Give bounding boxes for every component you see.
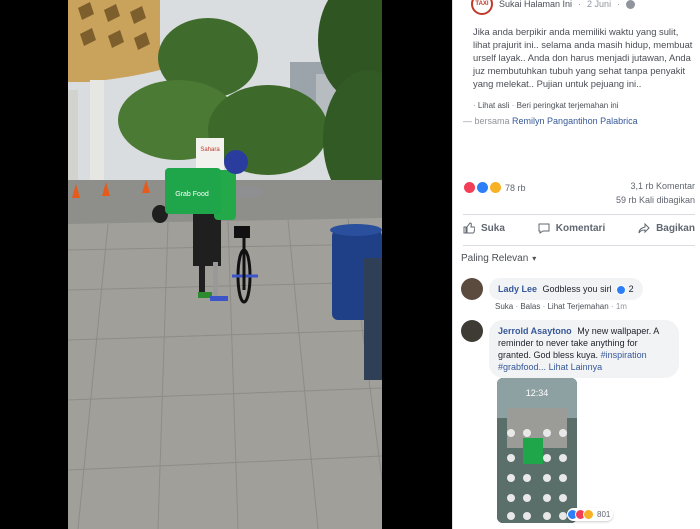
- comment-count[interactable]: 3,1 rb Komentar: [630, 181, 695, 191]
- post-text: Jika anda berpikir anda memiliki waktu y…: [473, 26, 693, 89]
- dot: ·: [473, 101, 476, 110]
- photo-viewer: Sahara Grab Food: [0, 0, 452, 529]
- photo-scene: Sahara Grab Food: [68, 0, 382, 529]
- comment-item: Lady Lee Godbless you sirl 2 Suka · Bala…: [461, 278, 693, 318]
- comment-button[interactable]: Komentari: [538, 222, 605, 234]
- see-more-link[interactable]: Lihat Lainnya: [549, 362, 603, 372]
- divider: [463, 214, 695, 215]
- rate-translation-link[interactable]: Beri peringkat terjemahan ini: [517, 101, 619, 110]
- share-count[interactable]: 59 rb Kali dibagikan: [616, 195, 695, 205]
- separator-dot: ·: [578, 0, 582, 9]
- love-reaction-icon: [463, 181, 476, 194]
- comment-photo[interactable]: 12:34: [497, 378, 577, 523]
- share-label: Bagikan: [656, 222, 695, 234]
- post-date[interactable]: 2 Juni: [587, 0, 611, 9]
- comment-label: Komentari: [555, 222, 606, 234]
- post-detail-panel: TAXI Sukai Halaman Ini · 2 Juni · Jika a…: [452, 0, 700, 529]
- sad-reaction-icon: [489, 181, 502, 194]
- post-header: TAXI Sukai Halaman Ini · 2 Juni ·: [471, 0, 700, 15]
- comment-bubble: Jerrold Asaytono My new wallpaper. A rem…: [489, 320, 679, 378]
- comment-reply-link[interactable]: Balas: [520, 302, 540, 311]
- comment-time[interactable]: 1m: [616, 302, 627, 311]
- comment-reaction-count[interactable]: 2: [629, 284, 634, 294]
- post-photo[interactable]: Sahara Grab Food: [68, 0, 382, 529]
- comment-text: Godbless you sirl: [542, 284, 612, 294]
- comment-sort-dropdown[interactable]: Paling Relevan ▾: [461, 253, 536, 264]
- comment-author[interactable]: Jerrold Asaytono: [498, 326, 572, 336]
- thumbs-up-icon: [463, 222, 475, 234]
- avatar[interactable]: [461, 320, 483, 342]
- chevron-down-icon: ▾: [532, 254, 537, 263]
- photo-sign-text: Sahara: [200, 147, 220, 153]
- comment-icon: [538, 223, 550, 234]
- avatar[interactable]: [461, 278, 483, 300]
- phone-clock: 12:34: [526, 388, 549, 398]
- with-prefix: — bersama: [463, 116, 510, 126]
- separator-dot: ·: [617, 0, 621, 9]
- comment-reaction-count: 801: [597, 510, 611, 519]
- share-button[interactable]: Bagikan: [638, 222, 695, 234]
- comment-item: Jerrold Asaytono My new wallpaper. A rem…: [461, 320, 693, 529]
- comment-sort-label: Paling Relevan: [461, 253, 529, 264]
- page-logo[interactable]: TAXI: [471, 0, 493, 15]
- comment-reaction-summary[interactable]: 801: [567, 508, 614, 521]
- tagged-person-link[interactable]: Remilyn Pangantihon Palabrica: [512, 116, 638, 126]
- reaction-count: 78 rb: [505, 182, 526, 193]
- comment-bubble: Lady Lee Godbless you sirl 2: [489, 278, 643, 300]
- with-row: — bersama Remilyn Pangantihon Palabrica: [463, 116, 638, 126]
- see-original-link[interactable]: Lihat asli: [478, 101, 510, 110]
- divider: [463, 245, 695, 246]
- globe-icon[interactable]: [626, 0, 636, 9]
- see-translation-link[interactable]: Lihat Terjemahan: [547, 302, 608, 311]
- phone-wallpaper: 12:34: [497, 378, 577, 523]
- like-label: Suka: [481, 222, 505, 234]
- like-page-link[interactable]: Sukai Halaman Ini: [499, 0, 572, 9]
- dot: ·: [511, 101, 515, 110]
- photo-bag-text: Grab Food: [175, 191, 209, 198]
- post-actions: Suka Komentari Bagikan: [463, 222, 695, 234]
- share-arrow-icon: [638, 222, 650, 234]
- comment-like-link[interactable]: Suka: [495, 302, 513, 311]
- wow-reaction-icon: [583, 509, 594, 520]
- reaction-summary[interactable]: 78 rb: [463, 181, 526, 194]
- like-reaction-icon: [616, 284, 627, 295]
- translation-row: · Lihat asli · Beri peringkat terjemahan…: [473, 101, 618, 110]
- like-button[interactable]: Suka: [463, 222, 505, 234]
- like-reaction-icon: [476, 181, 489, 194]
- comment-author[interactable]: Lady Lee: [498, 284, 537, 294]
- comment-meta: Suka · Balas · Lihat Terjemahan · 1m: [495, 302, 627, 311]
